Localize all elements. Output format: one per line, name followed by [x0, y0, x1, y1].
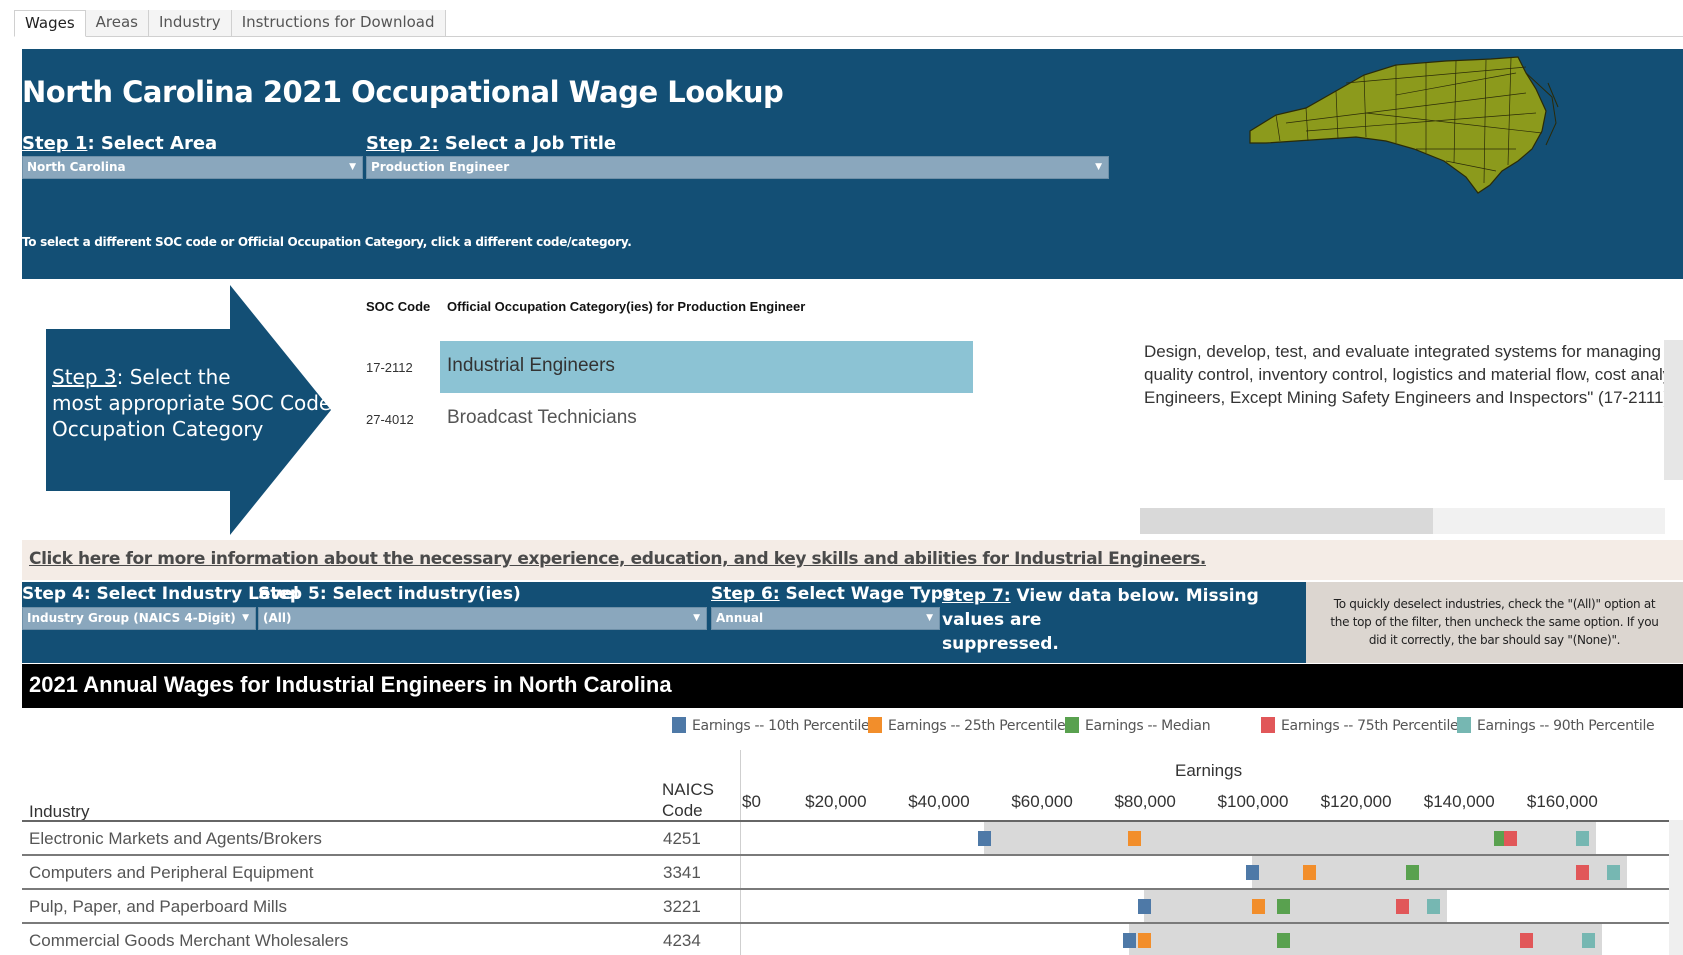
x-tick-label: $20,000	[805, 792, 867, 811]
chevron-down-icon: ▼	[693, 613, 700, 623]
marker-p10[interactable]	[978, 831, 992, 846]
area-dropdown[interactable]: North Carolina ▼	[22, 156, 363, 179]
marker-p75[interactable]	[1395, 899, 1409, 914]
chevron-down-icon: ▼	[926, 613, 933, 623]
marker-median[interactable]	[1277, 899, 1291, 914]
tab-instructions[interactable]: Instructions for Download	[231, 10, 446, 36]
marker-p90[interactable]	[1576, 831, 1590, 846]
industry-name: Electronic Markets and Agents/Brokers	[29, 829, 322, 848]
deselect-tip: To quickly deselect industries, check th…	[1306, 582, 1683, 663]
step1-label: Step 1: Select Area	[22, 133, 218, 154]
industry-name: Pulp, Paper, and Paperboard Mills	[29, 897, 287, 916]
page-title: North Carolina 2021 Occupational Wage Lo…	[22, 75, 784, 109]
description-horizontal-scrollbar[interactable]	[1140, 508, 1665, 534]
info-link-bar: Click here for more information about th…	[22, 540, 1683, 580]
naics-code: 3341	[663, 863, 701, 882]
more-info-link[interactable]: Click here for more information about th…	[29, 549, 1206, 569]
x-axis-title: Earnings	[1175, 761, 1243, 780]
x-tick-label: $60,000	[1011, 792, 1073, 811]
step2-label: Step 2: Select a Job Title	[366, 133, 617, 154]
chevron-down-icon: ▼	[242, 613, 249, 623]
naics-code: 4234	[663, 931, 701, 950]
area-dropdown-value: North Carolina	[27, 160, 126, 174]
industry-name: Computers and Peripheral Equipment	[29, 863, 314, 882]
wage-type-dropdown[interactable]: Annual ▼	[711, 607, 940, 630]
table-row[interactable]: Commercial Goods Merchant Wholesalers 423…	[22, 924, 1669, 955]
x-tick-label: $100,000	[1217, 792, 1289, 811]
description-vertical-scrollbar[interactable]	[1664, 340, 1683, 480]
naics-code: 3221	[663, 897, 701, 916]
north-carolina-map	[1249, 56, 1559, 194]
occupation-broadcast-technicians[interactable]: Broadcast Technicians	[440, 393, 973, 445]
job-title-dropdown[interactable]: Production Engineer ▼	[366, 156, 1109, 179]
table-row[interactable]: Pulp, Paper, and Paperboard Mills 3221	[22, 890, 1669, 924]
x-tick-label: $40,000	[908, 792, 970, 811]
x-tick-label: $0	[742, 792, 761, 811]
soc-code-header: SOC Code	[366, 299, 431, 314]
industry-level-dropdown[interactable]: Industry Group (NAICS 4-Digit) ▼	[22, 607, 256, 630]
marker-p25[interactable]	[1138, 933, 1152, 948]
marker-p25[interactable]	[1127, 831, 1141, 846]
chevron-down-icon: ▼	[349, 162, 356, 172]
table-row[interactable]: Computers and Peripheral Equipment 3341	[22, 856, 1669, 890]
chevron-down-icon: ▼	[1095, 162, 1102, 172]
marker-p90[interactable]	[1581, 933, 1595, 948]
industry-value: (All)	[263, 611, 292, 625]
legend-swatch	[1065, 717, 1079, 733]
job-title-dropdown-value: Production Engineer	[371, 160, 510, 174]
tab-wages[interactable]: Wages	[14, 10, 86, 37]
marker-p10[interactable]	[1122, 933, 1136, 948]
step6-label: Step 6: Select Wage Type	[711, 584, 955, 604]
marker-p90[interactable]	[1426, 899, 1440, 914]
legend-swatch	[1261, 717, 1275, 733]
marker-median[interactable]	[1277, 933, 1291, 948]
x-tick-label: $140,000	[1423, 792, 1495, 811]
tab-areas[interactable]: Areas	[85, 10, 149, 36]
step5-label: Step 5: Select industry(ies)	[258, 584, 521, 604]
chart-title: 2021 Annual Wages for Industrial Enginee…	[29, 672, 672, 697]
chart-title-bar: 2021 Annual Wages for Industrial Enginee…	[22, 664, 1683, 708]
industry-name: Commercial Goods Merchant Wholesalers	[29, 931, 349, 950]
marker-p75[interactable]	[1519, 933, 1533, 948]
industry-column-header: Industry	[29, 802, 90, 821]
chart-scrollbar[interactable]	[1669, 820, 1683, 955]
occupation-industrial-engineers[interactable]: Industrial Engineers	[440, 341, 973, 393]
marker-p75[interactable]	[1576, 865, 1590, 880]
marker-p10[interactable]	[1246, 865, 1260, 880]
marker-median[interactable]	[1406, 865, 1420, 880]
table-row[interactable]: Electronic Markets and Agents/Brokers 425…	[22, 822, 1669, 856]
filters-panel: Step 4: Select Industry Level Industry G…	[22, 582, 1306, 663]
soc-code-27-4012[interactable]: 27-4012	[366, 412, 414, 427]
x-tick-label: $120,000	[1320, 792, 1392, 811]
x-tick-label: $160,000	[1526, 792, 1598, 811]
wage-type-value: Annual	[716, 611, 764, 625]
occupation-category-header: Official Occupation Category(ies) for Pr…	[447, 299, 806, 314]
tab-industry[interactable]: Industry	[148, 10, 232, 36]
industry-dropdown[interactable]: (All) ▼	[258, 607, 707, 630]
legend-swatch	[868, 717, 882, 733]
legend-swatch	[672, 717, 686, 733]
naics-code: 4251	[663, 829, 701, 848]
header-panel: North Carolina 2021 Occupational Wage Lo…	[22, 49, 1683, 279]
hint-text: To select a different SOC code or Offici…	[22, 235, 632, 249]
tab-bar: Wages Areas Industry Instructions for Do…	[14, 10, 1683, 37]
legend-swatch	[1457, 717, 1471, 733]
scrollbar-thumb[interactable]	[1140, 508, 1433, 534]
marker-p75[interactable]	[1504, 831, 1518, 846]
step3-label: Step 3: Select the most appropriate SOC …	[52, 365, 359, 441]
occupation-description: Design, develop, test, and evaluate inte…	[1144, 342, 1664, 407]
marker-p25[interactable]	[1303, 865, 1317, 880]
marker-p25[interactable]	[1251, 899, 1265, 914]
soc-code-17-2112[interactable]: 17-2112	[366, 360, 413, 375]
x-tick-label: $80,000	[1114, 792, 1176, 811]
marker-p10[interactable]	[1138, 899, 1152, 914]
industry-level-value: Industry Group (NAICS 4-Digit)	[27, 611, 236, 625]
step7-label: Step 7: View data below. Missing values …	[942, 586, 1259, 654]
marker-p90[interactable]	[1607, 865, 1621, 880]
naics-column-header: NAICS Code	[662, 780, 714, 820]
